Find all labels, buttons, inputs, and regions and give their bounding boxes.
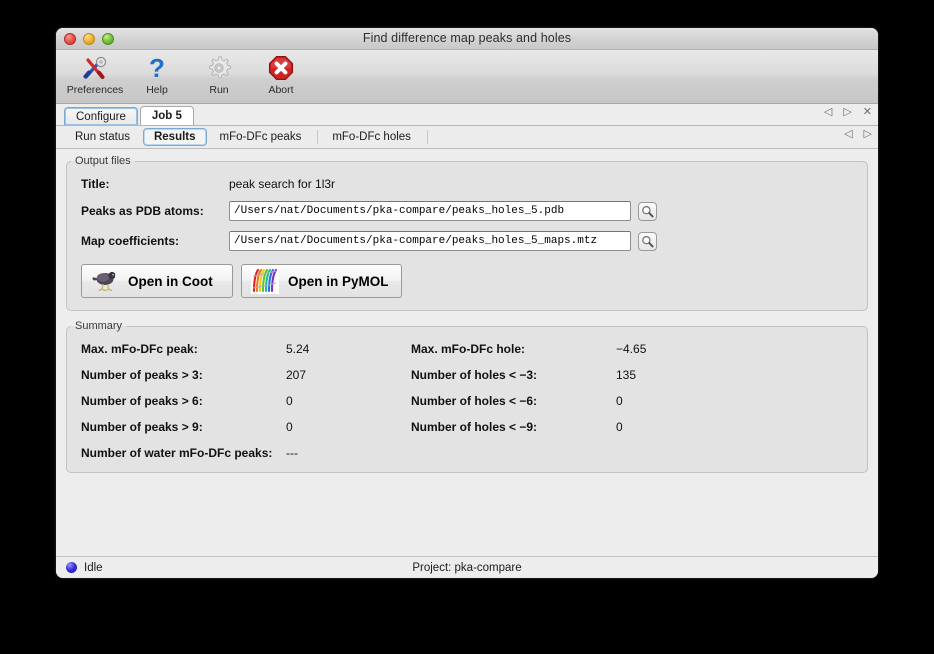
- application-window: Find difference map peaks and holes: [56, 28, 878, 578]
- tab-results[interactable]: Results: [143, 128, 207, 146]
- tab-results-label: Results: [154, 131, 196, 143]
- open-in-pymol-button[interactable]: Open in PyMOL: [241, 264, 402, 298]
- mtz-path-input[interactable]: [229, 231, 631, 251]
- next-subtab-icon[interactable]: ▷: [864, 129, 872, 140]
- tab-separator: [317, 130, 318, 144]
- max-hole-value: −4.65: [616, 342, 756, 356]
- pdb-path-label: Peaks as PDB atoms:: [81, 204, 229, 218]
- window-titlebar[interactable]: Find difference map peaks and holes: [56, 28, 878, 50]
- water-peaks-value: ---: [286, 446, 411, 460]
- open-in-coot-button[interactable]: Open in Coot: [81, 264, 233, 298]
- preferences-label: Preferences: [67, 84, 124, 96]
- next-tab-icon[interactable]: ▷: [843, 107, 851, 118]
- tab-job-5-label: Job 5: [152, 110, 182, 122]
- holes-lt-3-key: Number of holes < −3:: [411, 368, 616, 382]
- tab-configure[interactable]: Configure: [64, 107, 138, 125]
- help-label: Help: [146, 84, 168, 96]
- summary-body: Max. mFo-DFc peak: 5.24 Max. mFo-DFc hol…: [67, 332, 867, 472]
- tab-run-status-label: Run status: [75, 131, 130, 143]
- holes-lt-6-value: 0: [616, 394, 756, 408]
- status-bar: Idle Project: pka-compare: [56, 556, 878, 578]
- open-in-pymol-label: Open in PyMOL: [288, 274, 389, 289]
- status-indicator-icon: [66, 562, 77, 573]
- peaks-gt-6-value: 0: [286, 394, 411, 408]
- pdb-browse-button[interactable]: [638, 202, 657, 221]
- max-hole-key: Max. mFo-DFc hole:: [411, 342, 616, 356]
- summary-group: Summary Max. mFo-DFc peak: 5.24 Max. mFo…: [66, 320, 868, 473]
- title-value: peak search for 1l3r: [229, 177, 335, 191]
- magnifier-icon: [641, 235, 654, 248]
- project-text: Project: pka-compare: [56, 562, 878, 574]
- peaks-gt-9-key: Number of peaks > 9:: [81, 420, 286, 434]
- title-label: Title:: [81, 177, 229, 191]
- tab-mfo-dfc-holes-label: mFo-DFc holes: [332, 131, 411, 143]
- peaks-gt-9-value: 0: [286, 420, 411, 434]
- preferences-button[interactable]: Preferences: [66, 50, 124, 102]
- peaks-gt-3-value: 207: [286, 368, 411, 382]
- svg-text:?: ?: [149, 55, 165, 81]
- tab-mfo-dfc-peaks[interactable]: mFo-DFc peaks: [209, 128, 313, 146]
- holes-lt-9-key: Number of holes < −9:: [411, 420, 616, 434]
- close-tab-icon[interactable]: ✕: [863, 107, 872, 118]
- summary-grid: Max. mFo-DFc peak: 5.24 Max. mFo-DFc hol…: [81, 342, 853, 460]
- open-app-buttons: Open in Coot: [81, 264, 853, 298]
- window-title: Find difference map peaks and holes: [56, 31, 878, 45]
- prev-subtab-icon[interactable]: ◁: [844, 129, 852, 140]
- tab-mfo-dfc-holes[interactable]: mFo-DFc holes: [321, 128, 422, 146]
- results-tabstrip-nav: ◁ ▷: [844, 129, 872, 140]
- tab-job-5[interactable]: Job 5: [140, 106, 194, 125]
- tools-icon: [81, 53, 109, 83]
- magnifier-icon: [641, 205, 654, 218]
- gear-icon: [206, 53, 232, 83]
- tab-mfo-dfc-peaks-label: mFo-DFc peaks: [220, 131, 302, 143]
- job-tabstrip-nav: ◁ ▷ ✕: [824, 107, 872, 118]
- pdb-path-row: Peaks as PDB atoms:: [81, 201, 853, 221]
- max-peak-key: Max. mFo-DFc peak:: [81, 342, 286, 356]
- screen-root: Find difference map peaks and holes: [0, 0, 934, 654]
- results-tabstrip: Run status Results mFo-DFc peaks mFo-DFc…: [56, 126, 878, 149]
- coot-bird-icon: [90, 268, 120, 294]
- tab-configure-label: Configure: [76, 111, 126, 123]
- tab-separator-end: [427, 130, 428, 144]
- open-in-coot-label: Open in Coot: [128, 274, 213, 289]
- mtz-path-row: Map coefficients:: [81, 231, 853, 251]
- status-text: Idle: [84, 562, 103, 574]
- abort-button[interactable]: Abort: [252, 50, 310, 102]
- holes-lt-6-key: Number of holes < −6:: [411, 394, 616, 408]
- peaks-gt-3-key: Number of peaks > 3:: [81, 368, 286, 382]
- output-files-legend: Output files: [71, 155, 135, 167]
- pymol-ribbon-icon: [250, 268, 280, 294]
- stop-x-icon: [268, 53, 294, 83]
- help-button[interactable]: ? Help: [128, 50, 186, 102]
- title-row: Title: peak search for 1l3r: [81, 177, 853, 191]
- tab-run-status[interactable]: Run status: [64, 128, 141, 146]
- run-label: Run: [209, 84, 228, 96]
- results-panel: Output files Title: peak search for 1l3r…: [56, 149, 878, 556]
- peaks-gt-6-key: Number of peaks > 6:: [81, 394, 286, 408]
- main-toolbar: Preferences ? Help: [56, 50, 878, 104]
- question-mark-icon: ?: [145, 53, 169, 83]
- holes-lt-9-value: 0: [616, 420, 756, 434]
- job-tabstrip: Configure Job 5 ◁ ▷ ✕: [56, 104, 878, 126]
- output-files-body: Title: peak search for 1l3r Peaks as PDB…: [67, 167, 867, 310]
- summary-legend: Summary: [71, 320, 126, 332]
- water-peaks-key: Number of water mFo-DFc peaks:: [81, 446, 286, 460]
- mtz-path-label: Map coefficients:: [81, 234, 229, 248]
- mtz-browse-button[interactable]: [638, 232, 657, 251]
- max-peak-value: 5.24: [286, 342, 411, 356]
- output-files-group: Output files Title: peak search for 1l3r…: [66, 155, 868, 311]
- prev-tab-icon[interactable]: ◁: [824, 107, 832, 118]
- abort-label: Abort: [268, 84, 293, 96]
- holes-lt-3-value: 135: [616, 368, 756, 382]
- run-button[interactable]: Run: [190, 50, 248, 102]
- pdb-path-input[interactable]: [229, 201, 631, 221]
